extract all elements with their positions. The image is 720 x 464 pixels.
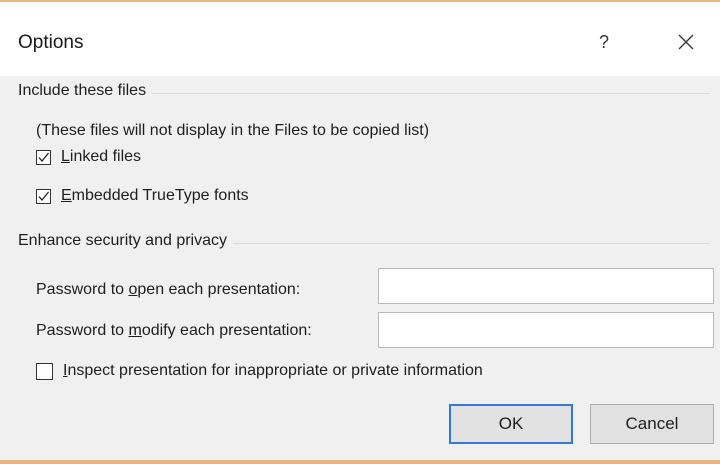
inspect-presentation-label: Inspect presentation for inappropriate o… (63, 362, 483, 379)
checkmark-icon (38, 191, 50, 201)
linked-files-checkbox[interactable]: Linked files (36, 148, 141, 166)
dialog-bottom-border (0, 460, 720, 464)
embedded-fonts-label: Embedded TrueType fonts (61, 187, 249, 204)
embedded-fonts-checkbox[interactable]: Embedded TrueType fonts (36, 187, 249, 205)
security-group-label: Enhance security and privacy (18, 232, 233, 250)
linked-files-label: Linked files (61, 148, 142, 165)
inspect-presentation-checkbox-box[interactable] (36, 362, 53, 380)
open-password-input[interactable] (378, 268, 714, 304)
modify-password-label: Password to modify each presentation: (36, 322, 312, 339)
title-bar: Options ? (0, 2, 720, 76)
cancel-button[interactable]: Cancel (590, 404, 714, 444)
options-dialog: Options ? Include these files (These fil… (0, 0, 720, 464)
ok-button[interactable]: OK (449, 404, 573, 444)
help-button[interactable]: ? (590, 24, 618, 60)
checkmark-icon (38, 152, 50, 162)
dialog-body: Include these files (These files will no… (0, 76, 720, 460)
embedded-fonts-checkbox-box[interactable] (36, 188, 51, 204)
close-button[interactable] (668, 24, 704, 60)
inspect-presentation-checkbox[interactable]: Inspect presentation for inappropriate o… (36, 362, 483, 380)
include-files-group-label: Include these files (18, 82, 153, 100)
dialog-title: Options (18, 32, 84, 53)
modify-password-input[interactable] (378, 312, 714, 348)
open-password-label: Password to open each presentation: (36, 281, 301, 298)
close-icon (678, 34, 694, 50)
linked-files-checkbox-box[interactable] (36, 149, 51, 165)
include-files-note: (These files will not display in the Fil… (36, 122, 430, 139)
